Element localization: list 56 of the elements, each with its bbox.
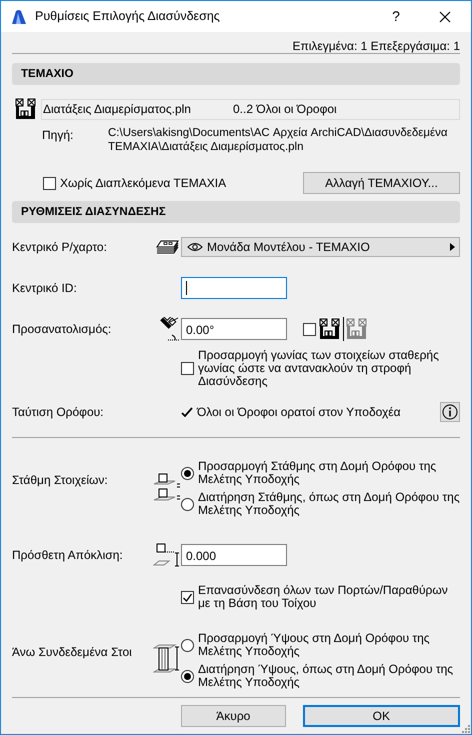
field-label: Κεντρικό ID: <box>12 280 78 297</box>
change-module-button[interactable]: Αλλαγή ΤΕΜΑΧΙΟΥ... <box>303 172 460 194</box>
check-icon <box>181 407 193 417</box>
dialog-button[interactable]: Άκυρο <box>181 705 286 727</box>
checkbox-label: Προσαρμογή γωνίας των στοιχείων σταθερής γωνίας ώστε να αντανακλούν τη στροφή Διασύνδεσης <box>198 349 440 388</box>
radio-button[interactable] <box>181 498 194 510</box>
check-icon <box>182 592 193 602</box>
offset-drawing <box>153 543 181 567</box>
building-icon <box>15 98 37 120</box>
radio-label: Προσαρμογή Στάθμης στη Δομή Ορόφου της Μελέτης Υποδοχής <box>198 460 438 486</box>
layers-icon <box>155 239 179 255</box>
story-range: 0..2 Όλοι οι Όροφοι <box>233 101 337 118</box>
field-label: Στάθμη Στοιχείων: <box>12 472 109 489</box>
selection-status: Επιλεγμένα: 1 Επεξεργάσιμα: 1 <box>291 38 460 53</box>
radio-label: Διατήρηση Στάθμης, όπως στη Δομή Ορόφου της Μελέτης Υποδοχής <box>198 491 461 517</box>
checkbox[interactable] <box>43 176 56 190</box>
section-header: ΤΕΜΑΧΙΟ <box>12 63 460 85</box>
radio-label: Διατήρηση Ύψους, όπως στη Δομή Ορόφου της Μελέτης Υποδοχής <box>198 663 454 689</box>
field-label: Ταύτιση Ορόφου: <box>12 404 105 421</box>
window-title: Ρυθμίσεις Επιλογής Διασύνδεσης <box>35 8 221 26</box>
field-label: Προσανατολισμός: <box>12 321 112 338</box>
close-icon <box>439 10 451 22</box>
dialog-button[interactable]: OK <box>302 705 460 727</box>
checkbox[interactable] <box>303 322 316 336</box>
app-icon <box>11 8 27 24</box>
offset-field[interactable]: 0.000 <box>181 544 287 566</box>
checkbox[interactable] <box>181 590 194 604</box>
angle-field[interactable]: 0.00° <box>181 318 287 340</box>
story-levels-drawing <box>153 472 181 502</box>
source-label: Πηγή: <box>42 127 74 144</box>
checkbox[interactable] <box>181 362 194 375</box>
resize-grip-icon <box>462 725 470 733</box>
radio-button[interactable] <box>181 638 194 652</box>
story-match-value: Όλοι οι Όροφοι ορατοί στον Υποδοχέα <box>197 404 402 421</box>
radio-label: Προσαρμογή Ύψους στη Δομή Ορόφου της Μελέτης Υποδοχής <box>198 632 431 658</box>
field-label: Άνω Συνδεδεμένα Στοι <box>12 644 133 661</box>
top-linked-drawing <box>153 644 181 674</box>
eye-icon <box>187 242 203 252</box>
checkbox-label: Επανασύνδεση όλων των Πορτών/Παραθύρων με τη Βάση του Τοίχου <box>198 584 449 610</box>
layout-dropdown[interactable]: Μονάδα Μοντέλου - ΤΕΜΑΧΙΟ <box>181 237 460 257</box>
checkbox-label: Χωρίς Διαπλεκόμενα ΤΕΜΑΧΙΑ <box>60 175 228 192</box>
dropdown-value: Μονάδα Μοντέλου - ΤΕΜΑΧΙΟ <box>207 239 371 256</box>
source-path: C:\Users\akisng\Documents\AC Αρχεία ArchiCAD\Διασυνδεδεμένα ΤΕΜΑΧΙΑ\Διατάξεις Διαμερίσματος.pln <box>108 126 449 154</box>
radio-button[interactable] <box>181 466 194 480</box>
mirrored-building-icon <box>346 318 368 340</box>
submenu-arrow-icon <box>450 243 455 251</box>
file-name: Διατάξεις Διαμερίσματος.pln <box>43 101 192 118</box>
building-icon <box>319 318 341 340</box>
section-header: ΡΥΘΜΙΣΕΙΣ ΔΙΑΣΥΝΔΕΣΗΣ <box>12 201 460 223</box>
info-button[interactable] <box>440 402 460 422</box>
radio-button[interactable] <box>181 670 194 682</box>
info-icon <box>442 404 458 420</box>
help-button[interactable]: ? <box>373 1 419 32</box>
id-field[interactable] <box>181 277 287 299</box>
field-label: Πρόσθετη Απόκλιση: <box>12 547 124 564</box>
field-label: Κεντρικό Ρ/χαρτο: <box>12 239 108 256</box>
